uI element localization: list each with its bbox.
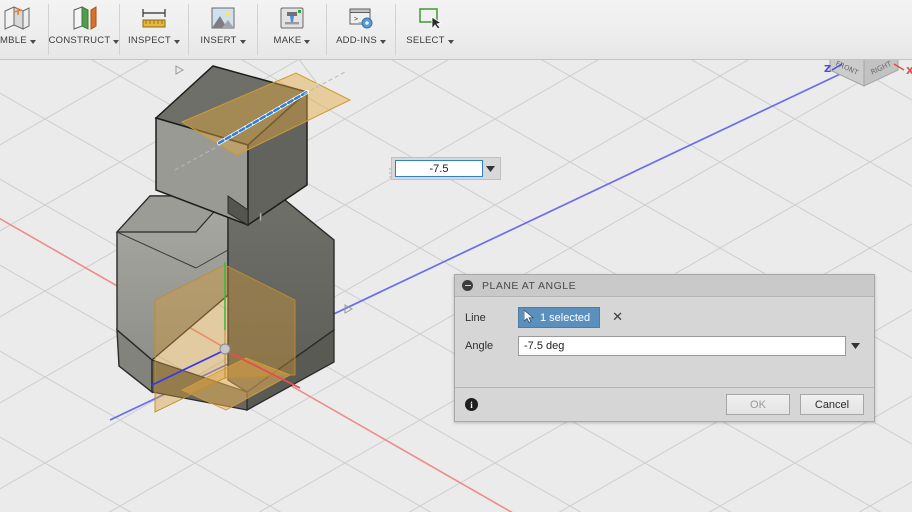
floating-angle-input[interactable]: -7.5: [391, 157, 501, 180]
angle-label: Angle: [465, 340, 494, 352]
toolbar-item-construct[interactable]: CONSTRUCT: [48, 0, 120, 59]
make-3dprint-icon: [275, 3, 309, 33]
ok-button[interactable]: OK: [726, 394, 790, 415]
cancel-button[interactable]: Cancel: [800, 394, 864, 415]
chevron-down-icon[interactable]: [173, 39, 180, 44]
chevron-down-icon[interactable]: [483, 165, 497, 172]
assemble-icon: [0, 3, 34, 33]
toolbar-item-addins[interactable]: >_ ADD-INS: [327, 0, 395, 59]
toolbar-item-insert[interactable]: INSERT: [189, 0, 257, 59]
collapse-minus-icon[interactable]: [462, 280, 473, 291]
toolbar-label-insert: INSERT: [200, 35, 237, 46]
line-selection-chip[interactable]: 1 selected: [518, 307, 601, 328]
toolbar-label-construct: CONSTRUCT: [48, 35, 111, 46]
cursor-arrow-icon: [523, 308, 535, 326]
chevron-down-icon[interactable]: [304, 39, 311, 44]
inspect-ruler-icon: [137, 3, 171, 33]
close-x-icon[interactable]: ✕: [612, 311, 623, 324]
toolbar-label-addins: ADD-INS: [336, 35, 377, 46]
dialog-header[interactable]: PLANE AT ANGLE: [455, 275, 874, 297]
svg-text:X: X: [906, 66, 912, 77]
svg-text:Z: Z: [824, 64, 831, 75]
chevron-down-icon[interactable]: [447, 39, 454, 44]
dialog-title: PLANE AT ANGLE: [482, 279, 577, 292]
angle-row: Angle -7.5 deg: [465, 336, 864, 356]
chevron-down-icon[interactable]: [379, 39, 386, 44]
3d-viewport[interactable]: TOP FRONT RIGHT Z X Y: [0, 0, 912, 512]
line-selection-text: 1 selected: [540, 311, 591, 324]
line-label: Line: [465, 311, 486, 324]
line-selection-row: Line 1 selected ✕: [465, 307, 864, 328]
toolbar-label-select: SELECT: [406, 35, 445, 46]
top-toolbar: MBLE CONSTRUCT INSPECT INSERT MAKE >_ AD…: [0, 0, 912, 60]
toolbar-item-select[interactable]: SELECT: [396, 0, 464, 59]
select-cursor-icon: [413, 3, 447, 33]
origin-point: [219, 343, 231, 355]
angle-input[interactable]: -7.5 deg: [518, 336, 846, 356]
addins-console-gear-icon: >_: [344, 3, 378, 33]
toolbar-label-assemble: MBLE: [0, 35, 27, 46]
toolbar-label-make: MAKE: [273, 35, 302, 46]
chevron-down-icon[interactable]: [846, 343, 864, 349]
toolbar-item-inspect[interactable]: INSPECT: [120, 0, 188, 59]
floating-angle-value[interactable]: -7.5: [395, 160, 483, 177]
viewport-overlay: TOP FRONT RIGHT Z X Y: [151, 4, 912, 413]
chevron-down-icon[interactable]: [113, 39, 120, 44]
toolbar-item-assemble[interactable]: MBLE: [0, 0, 48, 59]
dialog-footer: i OK Cancel: [455, 387, 874, 421]
chevron-down-icon[interactable]: [239, 39, 246, 44]
fusion-360-window: TOP FRONT RIGHT Z X Y: [0, 0, 912, 512]
info-icon[interactable]: i: [465, 398, 478, 411]
dialog-body: Line 1 selected ✕ Angle -7.5 deg: [455, 297, 874, 387]
plane-at-angle-dialog: PLANE AT ANGLE Line 1 selected ✕ Angle -…: [454, 274, 875, 422]
chevron-down-icon[interactable]: [29, 39, 36, 44]
toolbar-item-make[interactable]: MAKE: [258, 0, 326, 59]
insert-image-icon: [206, 3, 240, 33]
toolbar-label-inspect: INSPECT: [128, 35, 171, 46]
construct-icon: [67, 3, 101, 33]
